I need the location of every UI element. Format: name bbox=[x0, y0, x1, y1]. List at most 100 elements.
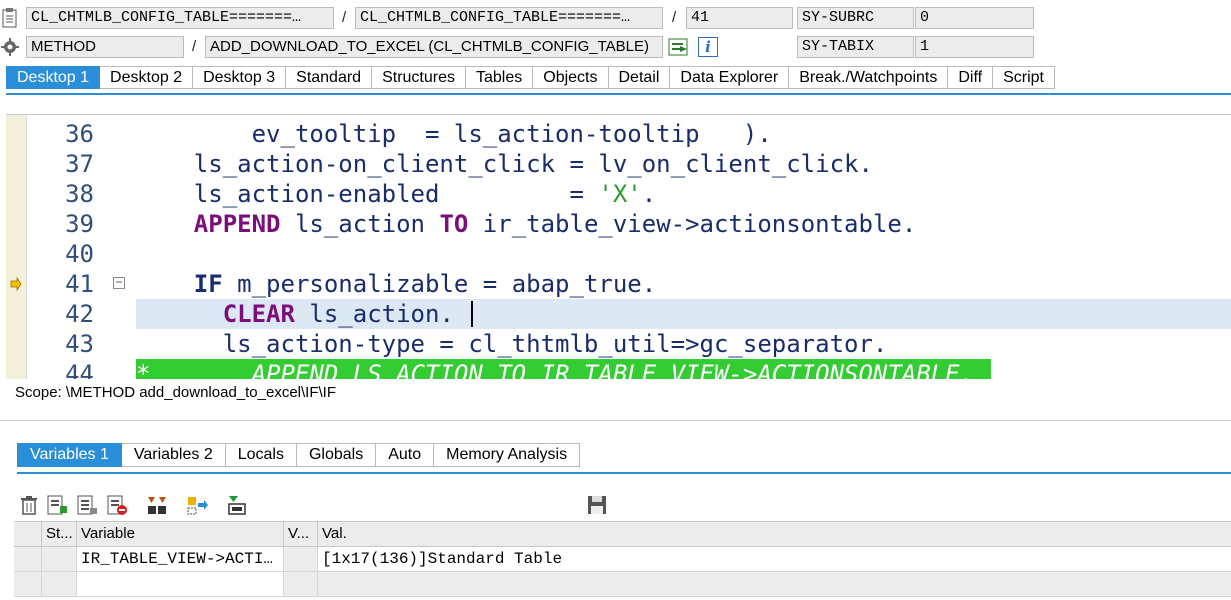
info-icon-glyph: i bbox=[705, 38, 711, 56]
line-number: 39 bbox=[65, 210, 94, 238]
table-cell-v bbox=[284, 547, 318, 572]
scope-label: Scope: \METHOD add_download_to_excel\IF\… bbox=[15, 384, 336, 401]
line-number: 40 bbox=[65, 240, 94, 268]
column-header-variable[interactable]: Variable bbox=[77, 522, 284, 547]
delete-icon[interactable] bbox=[18, 494, 40, 516]
text-cursor bbox=[471, 301, 473, 327]
collapse-toggle-icon[interactable]: − bbox=[113, 276, 125, 289]
row-selector-header[interactable] bbox=[14, 522, 42, 547]
code-text: ls_action. bbox=[294, 300, 454, 328]
program-field[interactable]: CL_CHTMLB_CONFIG_TABLE=======… bbox=[26, 7, 334, 29]
tab-desktop-2[interactable]: Desktop 2 bbox=[100, 66, 194, 89]
column-header-status[interactable]: St... bbox=[42, 522, 77, 547]
tab-variables-1[interactable]: Variables 1 bbox=[17, 443, 122, 467]
tab-tables[interactable]: Tables bbox=[466, 66, 534, 89]
tab-underline bbox=[6, 93, 1231, 95]
program-icon[interactable] bbox=[2, 8, 18, 28]
line-number: 42 bbox=[65, 300, 94, 328]
tab-variables-2[interactable]: Variables 2 bbox=[121, 443, 226, 467]
row-selector[interactable] bbox=[14, 572, 42, 597]
execution-pointer-icon bbox=[10, 269, 22, 299]
tab-desktop-1[interactable]: Desktop 1 bbox=[6, 66, 101, 89]
breakpoint-gutter[interactable] bbox=[6, 115, 27, 379]
code-line: CLEAR ls_action. bbox=[136, 299, 454, 329]
line-number: 36 bbox=[65, 120, 94, 148]
code-line: ev_tooltip = ls_action-tooltip ). bbox=[136, 120, 772, 148]
info-icon[interactable]: i bbox=[698, 37, 718, 57]
code-line: APPEND ls_action TO ir_table_view->actio… bbox=[136, 209, 917, 239]
navigate-icon[interactable] bbox=[226, 494, 248, 516]
table-cell-value[interactable]: [1x17(136)]Standard Table bbox=[318, 547, 1231, 572]
tab-desktop-3[interactable]: Desktop 3 bbox=[193, 66, 287, 89]
event-type-field[interactable]: METHOD bbox=[26, 36, 184, 58]
code-text: ir_table_view->actionsontable. bbox=[468, 210, 917, 238]
table-cell-status bbox=[42, 547, 77, 572]
line-number: 37 bbox=[65, 150, 94, 178]
line-number: 43 bbox=[65, 330, 94, 358]
separator: / bbox=[672, 9, 677, 26]
sys-field-value-1[interactable]: 0 bbox=[915, 7, 1034, 29]
comment-line: * APPEND LS_ACTION TO IR_TABLE_VIEW->ACT… bbox=[136, 360, 975, 379]
line-number: 44 bbox=[65, 360, 94, 379]
settings-gear-icon[interactable] bbox=[1, 38, 19, 56]
line-number: 38 bbox=[65, 180, 94, 208]
table-cell-status bbox=[42, 572, 77, 597]
variables-table: St... Variable V... Val. IR_TABLE_VIEW->… bbox=[14, 521, 1231, 600]
tab-memory-analysis[interactable]: Memory Analysis bbox=[434, 443, 581, 467]
append-row-icon[interactable] bbox=[76, 494, 98, 516]
table-cell-value[interactable] bbox=[318, 572, 1231, 597]
table-cell-v bbox=[284, 572, 318, 597]
keyword: TO bbox=[439, 210, 469, 238]
delete-row-icon[interactable] bbox=[106, 494, 128, 516]
sys-field-name-2[interactable]: SY-TABIX bbox=[797, 36, 914, 58]
desktop-tabbar: Desktop 1 Desktop 2 Desktop 3 Standard S… bbox=[6, 66, 1055, 89]
insert-row-icon[interactable] bbox=[46, 494, 68, 516]
code-line: ls_action-enabled = 'X'. bbox=[136, 179, 656, 209]
column-header-v[interactable]: V... bbox=[284, 522, 318, 547]
compress-icon[interactable] bbox=[146, 494, 168, 516]
row-selector[interactable] bbox=[14, 547, 42, 572]
code-editor[interactable]: 36 ev_tooltip = ls_action-tooltip ). 37 … bbox=[6, 114, 1231, 379]
sys-field-value-2[interactable]: 1 bbox=[915, 36, 1034, 58]
tab-locals[interactable]: Locals bbox=[225, 443, 297, 467]
keyword: CLEAR bbox=[222, 300, 295, 328]
include-field[interactable]: CL_CHTMLB_CONFIG_TABLE=======… bbox=[355, 7, 663, 29]
tab-globals[interactable]: Globals bbox=[296, 443, 377, 467]
tab-diff[interactable]: Diff bbox=[948, 66, 994, 89]
tab-data-explorer[interactable]: Data Explorer bbox=[670, 66, 790, 89]
code-line: ls_action-type = cl_thtmlb_util=>gc_sepa… bbox=[136, 330, 888, 358]
separator: / bbox=[192, 38, 197, 55]
line-field[interactable]: 41 bbox=[686, 7, 793, 29]
tab-auto[interactable]: Auto bbox=[376, 443, 435, 467]
tab-standard[interactable]: Standard bbox=[286, 66, 373, 89]
code-text: ls_action-enabled = bbox=[136, 180, 599, 208]
table-cell-variable[interactable] bbox=[77, 572, 284, 597]
variables-tab-underline bbox=[17, 472, 1231, 474]
code-line: IF m_personalizable = abap_true. bbox=[136, 269, 656, 299]
string-literal: 'X' bbox=[598, 180, 642, 208]
table-cell-variable[interactable]: IR_TABLE_VIEW->ACTI… bbox=[77, 547, 284, 572]
pane-splitter[interactable] bbox=[0, 420, 1231, 421]
tab-objects[interactable]: Objects bbox=[533, 66, 609, 89]
tab-structures[interactable]: Structures bbox=[372, 66, 466, 89]
tab-detail[interactable]: Detail bbox=[608, 66, 671, 89]
transfer-icon[interactable] bbox=[186, 494, 208, 516]
save-icon[interactable] bbox=[586, 494, 608, 516]
variables-tabbar: Variables 1 Variables 2 Locals Globals A… bbox=[17, 443, 581, 467]
tab-script[interactable]: Script bbox=[993, 66, 1055, 89]
event-field[interactable]: ADD_DOWNLOAD_TO_EXCEL (CL_CHTMLB_CONFIG_… bbox=[205, 36, 663, 58]
tab-breakpoints[interactable]: Break./Watchpoints bbox=[789, 66, 949, 89]
separator: / bbox=[342, 9, 347, 26]
column-header-value[interactable]: Val. bbox=[318, 522, 1231, 547]
sys-field-name-1[interactable]: SY-SUBRC bbox=[797, 7, 914, 29]
code-text: ls_action bbox=[280, 210, 440, 238]
code-text: m_personalizable = abap_true. bbox=[222, 270, 657, 298]
navigate-to-source-icon[interactable] bbox=[668, 37, 690, 57]
line-number: 41 bbox=[65, 270, 94, 298]
keyword: IF bbox=[193, 270, 223, 298]
keyword: APPEND bbox=[193, 210, 281, 238]
code-text: . bbox=[641, 180, 657, 208]
